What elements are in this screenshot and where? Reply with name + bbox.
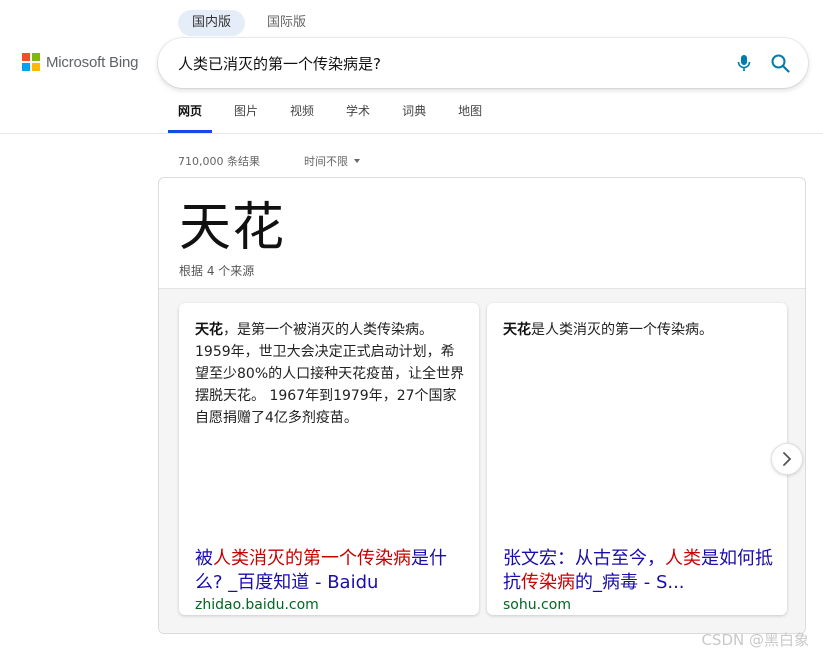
- header-divider: [0, 133, 823, 134]
- watermark: CSDN @黑白象: [701, 631, 809, 649]
- bing-logo[interactable]: Microsoft Bing: [22, 53, 138, 71]
- microsoft-logo-icon: [22, 53, 40, 71]
- link-text: 被: [195, 548, 213, 569]
- tab-videos[interactable]: 视频: [280, 96, 324, 133]
- link-highlight: 人类消灭的第一个传染病: [213, 548, 411, 569]
- scope-tabs: 网页 图片 视频 学术 词典 地图: [168, 96, 504, 133]
- source-carousel: 天花，是第一个被消灭的人类传染病。 1959年，世卫大会决定正式启动计划，希望至…: [159, 288, 805, 633]
- source-url: sohu.com: [503, 597, 571, 613]
- snippet-highlight: 天花: [503, 322, 531, 338]
- region-tab-domestic[interactable]: 国内版: [178, 10, 246, 36]
- results-meta: 710,000 条结果 时间不限: [178, 153, 360, 169]
- link-text: 张文宏：从古至今，: [503, 548, 665, 569]
- tab-maps[interactable]: 地图: [448, 96, 492, 133]
- tab-dictionary[interactable]: 词典: [392, 96, 436, 133]
- answer-title: 天花: [179, 198, 286, 258]
- snippet-text: 是人类消灭的第一个传染病。: [531, 322, 713, 338]
- carousel-next-button[interactable]: [771, 443, 803, 475]
- source-link[interactable]: 被人类消灭的第一个传染病是什么? _百度知道 - Baidu: [195, 547, 467, 595]
- time-filter-dropdown[interactable]: 时间不限: [304, 153, 360, 169]
- tab-images[interactable]: 图片: [224, 96, 268, 133]
- source-link[interactable]: 张文宏：从古至今，人类是如何抵抗传染病的_病毒 - S...: [503, 547, 775, 595]
- region-tabs: 国内版 国际版: [178, 10, 320, 36]
- tab-academic[interactable]: 学术: [336, 96, 380, 133]
- logo-text: Microsoft Bing: [46, 53, 139, 71]
- search-box: [158, 38, 808, 88]
- source-snippet: 天花，是第一个被消灭的人类传染病。 1959年，世卫大会决定正式启动计划，希望至…: [195, 319, 467, 429]
- answer-card: 天花 根据 4 个来源 天花，是第一个被消灭的人类传染病。 1959年，世卫大会…: [158, 177, 806, 634]
- chevron-right-icon: [783, 452, 792, 466]
- link-highlight: 人类: [665, 548, 701, 569]
- source-url: zhidao.baidu.com: [195, 597, 319, 613]
- time-filter-label: 时间不限: [303, 155, 348, 168]
- snippet-highlight: 天花: [195, 322, 223, 338]
- answer-source-count: 根据 4 个来源: [179, 264, 255, 278]
- snippet-text: ，是第一个被消灭的人类传染病。 1959年，世卫大会决定正式启动计划，希望至少8…: [195, 322, 465, 426]
- link-highlight: 传染病: [521, 572, 575, 593]
- source-card: 天花是人类消灭的第一个传染病。 张文宏：从古至今，人类是如何抵抗传染病的_病毒 …: [487, 303, 787, 615]
- search-input[interactable]: [178, 38, 718, 88]
- chevron-down-icon: [353, 159, 360, 163]
- source-card: 天花，是第一个被消灭的人类传染病。 1959年，世卫大会决定正式启动计划，希望至…: [179, 303, 479, 615]
- region-tab-international[interactable]: 国际版: [253, 10, 320, 36]
- mic-icon[interactable]: [734, 53, 754, 73]
- result-count: 710,000 条结果: [178, 155, 260, 168]
- link-text: 的_病毒 - S...: [575, 572, 685, 593]
- search-icon[interactable]: [770, 53, 790, 73]
- tab-web[interactable]: 网页: [168, 96, 213, 133]
- source-snippet: 天花是人类消灭的第一个传染病。: [503, 319, 775, 341]
